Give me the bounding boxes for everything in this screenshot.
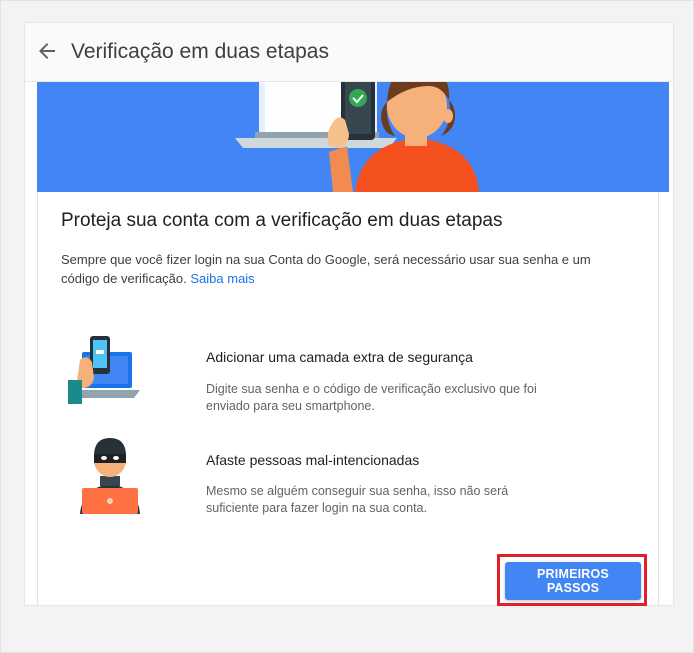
feature-title: Afaste pessoas mal-intencionadas [206,452,420,468]
main-content: Proteja sua conta com a verificação em d… [37,192,659,606]
hero-illustration [235,82,479,192]
laptop-phone-security-icon [68,332,146,415]
learn-more-link[interactable]: Saiba mais [190,271,254,286]
get-started-button[interactable]: PRIMEIROS PASSOS [505,562,641,600]
section-heading: Proteja sua conta com a verificação em d… [61,210,503,231]
page-title: Verificação em duas etapas [71,40,329,63]
two-step-verification-card: Verificação em duas etapas Proteja sua c… [24,22,674,606]
feature-description: Mesmo se alguém conseguir sua senha, iss… [206,484,509,515]
checkmark-icon [349,89,367,107]
hero-banner [37,82,669,192]
masked-intruder-icon [74,436,146,519]
description: Sempre que você fizer login na sua Conta… [61,250,631,288]
description-text: Sempre que você fizer login na sua Conta… [61,252,591,286]
top-app-bar: Verificação em duas etapas [25,23,673,82]
feature-title: Adicionar uma camada extra de segurança [206,349,473,365]
arrow-back-icon[interactable] [35,39,59,63]
feature-description: Digite sua senha e o código de verificaç… [206,382,537,413]
